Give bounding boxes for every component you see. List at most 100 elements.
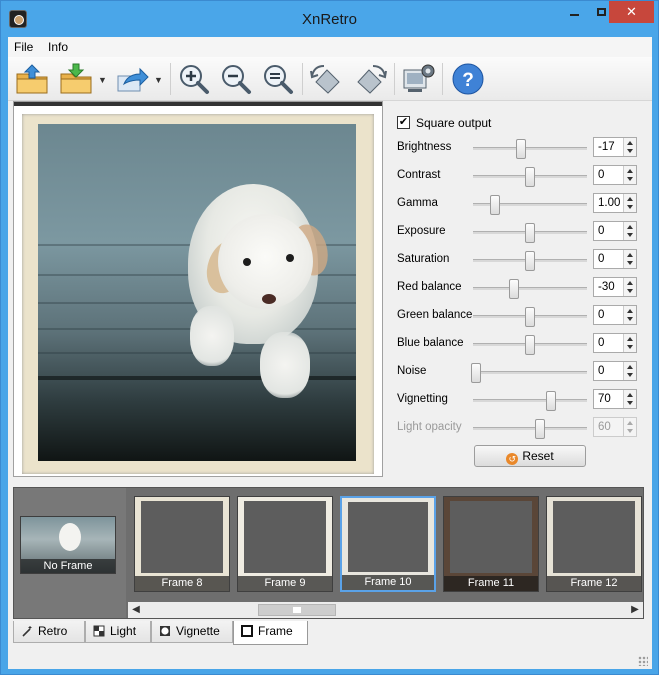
reset-button[interactable]: ↺ Reset (474, 445, 586, 467)
frame-preview (141, 501, 223, 573)
tab-frame[interactable]: Frame (233, 621, 308, 645)
slider-thumb[interactable] (525, 251, 535, 271)
menu-info[interactable]: Info (48, 40, 68, 54)
frame-label: Frame 10 (342, 575, 434, 590)
adjust-slider[interactable] (473, 223, 587, 243)
slider-thumb[interactable] (525, 307, 535, 327)
adjust-slider[interactable] (473, 139, 587, 159)
spin-up-icon[interactable] (627, 281, 633, 285)
slider-thumb[interactable] (509, 279, 520, 299)
adjust-value[interactable]: 0 (598, 309, 604, 321)
scroll-left-icon[interactable]: ◀ (128, 602, 144, 618)
spin-down-icon[interactable] (627, 373, 633, 377)
open-button[interactable] (14, 62, 50, 96)
zoom-in-button[interactable] (176, 62, 212, 96)
frame-thumbnail[interactable]: Frame 11 (443, 496, 539, 592)
save-button[interactable] (58, 62, 94, 96)
adjust-spinbox[interactable]: -30 (593, 277, 637, 297)
adjust-spinbox[interactable]: 0 (593, 361, 637, 381)
spin-up-icon[interactable] (627, 197, 633, 201)
slider-thumb[interactable] (515, 139, 526, 159)
adjust-value[interactable]: 0 (598, 253, 604, 265)
spin-up-icon[interactable] (627, 393, 633, 397)
adjust-spinbox[interactable]: -17 (593, 137, 637, 157)
screen-capture-button[interactable] (400, 62, 436, 96)
frame-thumbnail[interactable]: Frame 9 (237, 496, 333, 592)
save-dropdown-arrow-icon[interactable]: ▼ (98, 75, 107, 85)
tab-retro[interactable]: Retro (13, 621, 85, 643)
rotate-right-button[interactable] (353, 62, 389, 96)
adjust-value[interactable]: -17 (598, 141, 615, 153)
adjust-label: Green balance (397, 309, 473, 321)
help-button[interactable]: ? (450, 62, 486, 96)
adjust-value[interactable]: -30 (598, 281, 615, 293)
adjust-value[interactable]: 0 (598, 169, 604, 181)
spin-down-icon[interactable] (627, 261, 633, 265)
tab-light[interactable]: Light (85, 621, 151, 643)
slider-thumb[interactable] (471, 363, 482, 383)
menu-file[interactable]: File (14, 40, 33, 54)
tab-vignette[interactable]: Vignette (151, 621, 233, 643)
adjust-slider[interactable] (473, 251, 587, 271)
gallery-scrollbar[interactable]: ◀ ▶ (128, 602, 643, 618)
adjust-spinbox[interactable]: 1.00 (593, 193, 637, 213)
slider-thumb[interactable] (525, 335, 535, 355)
share-button[interactable] (114, 62, 150, 96)
adjust-spinbox[interactable]: 0 (593, 221, 637, 241)
adjust-value[interactable]: 0 (598, 225, 604, 237)
adjust-slider[interactable] (473, 195, 587, 215)
adjust-spinbox[interactable]: 0 (593, 305, 637, 325)
scroll-right-icon[interactable]: ▶ (627, 602, 643, 618)
spin-up-icon[interactable] (627, 365, 633, 369)
spin-down-icon[interactable] (627, 345, 633, 349)
rotate-left-button[interactable] (308, 62, 344, 96)
spin-down-icon[interactable] (627, 205, 633, 209)
spin-up-icon[interactable] (627, 141, 633, 145)
frame-thumbnail[interactable]: Frame 12 (546, 496, 642, 592)
share-dropdown-arrow-icon[interactable]: ▼ (154, 75, 163, 85)
slider-thumb[interactable] (525, 167, 535, 187)
spin-up-icon[interactable] (627, 253, 633, 257)
spin-down-icon[interactable] (627, 233, 633, 237)
adjust-spinbox[interactable]: 0 (593, 333, 637, 353)
adjust-value[interactable]: 1.00 (598, 197, 620, 209)
frame-icon (241, 625, 253, 637)
frame-thumbnail[interactable]: Frame 8 (134, 496, 230, 592)
spin-up-icon[interactable] (627, 337, 633, 341)
minimize-button[interactable] (561, 1, 588, 23)
spin-down-icon[interactable] (627, 317, 633, 321)
adjust-slider[interactable] (473, 167, 587, 187)
adjust-spinbox[interactable]: 0 (593, 165, 637, 185)
no-frame-thumbnail[interactable]: No Frame (20, 516, 116, 574)
spin-down-icon[interactable] (627, 149, 633, 153)
zoom-out-button[interactable] (218, 62, 254, 96)
frame-thumbnail[interactable]: Frame 10 (340, 496, 436, 592)
adjust-value[interactable]: 0 (598, 337, 604, 349)
adjust-spinbox[interactable]: 70 (593, 389, 637, 409)
vignette-icon (160, 626, 170, 636)
scrollbar-thumb[interactable] (258, 604, 336, 616)
adjust-value[interactable]: 0 (598, 365, 604, 377)
spin-up-icon[interactable] (627, 169, 633, 173)
adjust-value[interactable]: 70 (598, 393, 611, 405)
adjust-slider[interactable] (473, 307, 587, 327)
spin-down-icon (627, 429, 633, 433)
adjust-spinbox[interactable]: 0 (593, 249, 637, 269)
zoom-fit-button[interactable] (260, 62, 296, 96)
spin-down-icon[interactable] (627, 401, 633, 405)
adjust-slider[interactable] (471, 363, 587, 383)
slider-thumb[interactable] (545, 391, 556, 411)
slider-thumb[interactable] (489, 195, 500, 215)
spin-up-icon[interactable] (627, 225, 633, 229)
adjust-slider[interactable] (473, 279, 587, 299)
slider-thumb[interactable] (525, 223, 535, 243)
adjust-slider[interactable] (473, 335, 587, 355)
spin-down-icon[interactable] (627, 289, 633, 293)
square-output-checkbox[interactable]: ✔ (397, 116, 410, 129)
spin-down-icon[interactable] (627, 177, 633, 181)
spin-up-icon[interactable] (627, 309, 633, 313)
close-button[interactable]: ✕ (609, 1, 654, 23)
adjust-slider[interactable] (473, 391, 587, 411)
image-preview[interactable] (13, 101, 383, 477)
resize-grip-icon[interactable] (638, 656, 648, 666)
